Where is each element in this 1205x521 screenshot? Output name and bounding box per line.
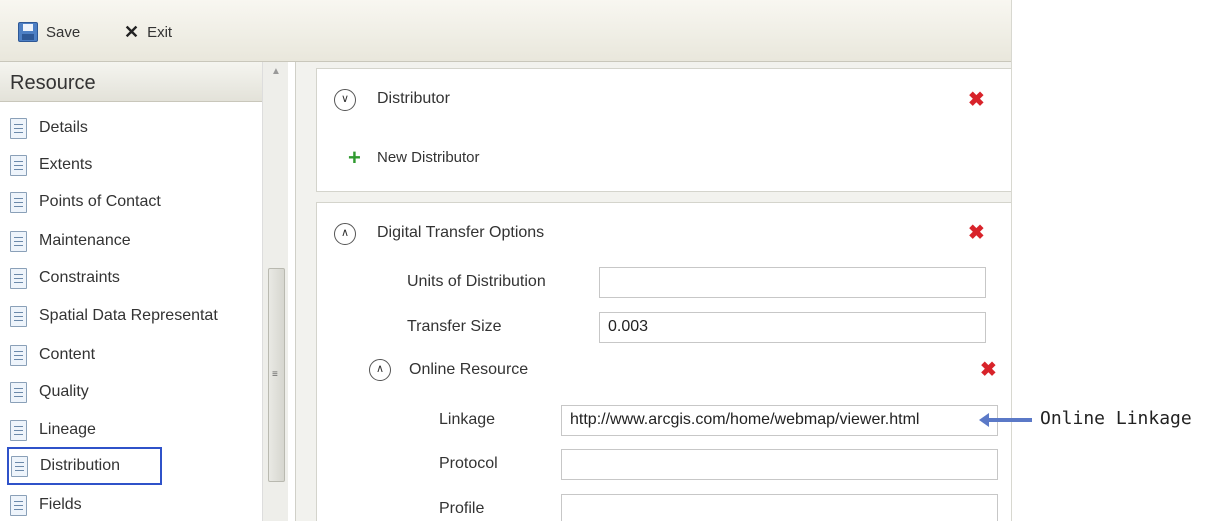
metadata-editor-window: Save ✕ Exit Resource Details Extents Poi… bbox=[0, 0, 1012, 521]
sidebar-item-maintenance[interactable]: Maintenance bbox=[10, 228, 131, 254]
new-distributor-link[interactable]: New Distributor bbox=[377, 149, 480, 166]
online-resource-title: Online Resource bbox=[409, 361, 529, 378]
exit-button[interactable]: ✕ Exit bbox=[124, 20, 172, 44]
document-icon bbox=[10, 305, 27, 327]
sidebar-title: Resource bbox=[10, 72, 96, 94]
linkage-label: Linkage bbox=[439, 411, 496, 428]
sidebar-item-content[interactable]: Content bbox=[10, 342, 95, 368]
digital-transfer-title: Digital Transfer Options bbox=[377, 224, 545, 241]
document-icon bbox=[10, 344, 27, 366]
sidebar-item-label: Lineage bbox=[39, 421, 96, 438]
document-icon bbox=[10, 117, 27, 139]
sidebar-item-label: Extents bbox=[39, 156, 93, 173]
sidebar-item-quality[interactable]: Quality bbox=[10, 379, 89, 405]
sidebar-item-points-of-contact[interactable]: Points of Contact bbox=[10, 189, 161, 215]
delete-distributor-icon[interactable]: ✖ bbox=[968, 90, 985, 110]
digital-transfer-options-section: ∧ Digital Transfer Options ✖ Units of Di… bbox=[316, 202, 1011, 521]
save-label: Save bbox=[46, 23, 81, 41]
sidebar-item-spatial-data-representation[interactable]: Spatial Data Representat bbox=[10, 303, 218, 329]
sidebar-scrollbar[interactable]: ▲ ≡ bbox=[262, 62, 288, 521]
sidebar-item-fields[interactable]: Fields bbox=[10, 492, 82, 518]
sidebar-item-label: Fields bbox=[39, 496, 82, 513]
document-icon bbox=[10, 230, 27, 252]
sidebar-item-label: Maintenance bbox=[39, 232, 131, 249]
grip-icon: ≡ bbox=[272, 369, 278, 380]
scrollbar-thumb[interactable]: ≡ bbox=[268, 268, 285, 482]
sidebar-item-extents[interactable]: Extents bbox=[10, 152, 92, 178]
chevron-up-icon[interactable]: ∧ bbox=[334, 223, 356, 245]
delete-online-resource-icon[interactable]: ✖ bbox=[980, 360, 997, 380]
resource-sidebar: Resource Details Extents Points of Conta… bbox=[0, 62, 296, 521]
transfer-size-field[interactable]: 0.003 bbox=[599, 312, 986, 343]
protocol-field[interactable] bbox=[561, 449, 998, 480]
sidebar-item-lineage[interactable]: Lineage bbox=[10, 417, 96, 443]
toolbar: Save ✕ Exit bbox=[0, 0, 1011, 62]
document-icon bbox=[10, 154, 27, 176]
sidebar-item-label: Details bbox=[39, 119, 88, 136]
units-of-distribution-label: Units of Distribution bbox=[407, 273, 546, 290]
sidebar-item-label: Spatial Data Representat bbox=[39, 307, 218, 324]
exit-label: Exit bbox=[147, 23, 173, 41]
sidebar-header: Resource bbox=[0, 62, 262, 102]
scroll-up-arrow-icon[interactable]: ▲ bbox=[271, 66, 281, 77]
add-icon[interactable]: + bbox=[348, 147, 361, 169]
sidebar-item-label: Constraints bbox=[39, 269, 120, 286]
close-icon: ✕ bbox=[124, 21, 140, 42]
sidebar-item-distribution[interactable]: Distribution bbox=[7, 447, 162, 485]
profile-field[interactable] bbox=[561, 494, 998, 521]
transfer-size-label: Transfer Size bbox=[407, 318, 502, 335]
callout-arrow-icon bbox=[979, 413, 1032, 427]
sidebar-item-label: Content bbox=[39, 346, 96, 363]
chevron-up-icon[interactable]: ∧ bbox=[369, 359, 391, 381]
document-icon bbox=[10, 494, 27, 516]
save-button[interactable]: Save bbox=[18, 20, 80, 44]
document-icon bbox=[10, 419, 27, 441]
distributor-title: Distributor bbox=[377, 90, 450, 107]
sidebar-item-label: Points of Contact bbox=[39, 193, 161, 210]
document-icon bbox=[10, 267, 27, 289]
sidebar-item-label: Distribution bbox=[40, 457, 121, 474]
profile-label: Profile bbox=[439, 500, 485, 517]
document-icon bbox=[10, 381, 27, 403]
units-of-distribution-field[interactable] bbox=[599, 267, 986, 298]
chevron-down-icon[interactable]: ∨ bbox=[334, 89, 356, 111]
sidebar-item-constraints[interactable]: Constraints bbox=[10, 265, 120, 291]
delete-transfer-options-icon[interactable]: ✖ bbox=[968, 223, 985, 243]
document-icon bbox=[11, 455, 28, 477]
online-linkage-callout: Online Linkage bbox=[1040, 408, 1192, 429]
distributor-section: ∨ Distributor ✖ + New Distributor bbox=[316, 68, 1011, 192]
sidebar-item-details[interactable]: Details bbox=[10, 115, 88, 141]
document-icon bbox=[10, 191, 27, 213]
linkage-field[interactable]: http://www.arcgis.com/home/webmap/viewer… bbox=[561, 405, 998, 436]
protocol-label: Protocol bbox=[439, 455, 498, 472]
sidebar-item-label: Quality bbox=[39, 383, 89, 400]
floppy-disk-icon bbox=[18, 22, 38, 42]
